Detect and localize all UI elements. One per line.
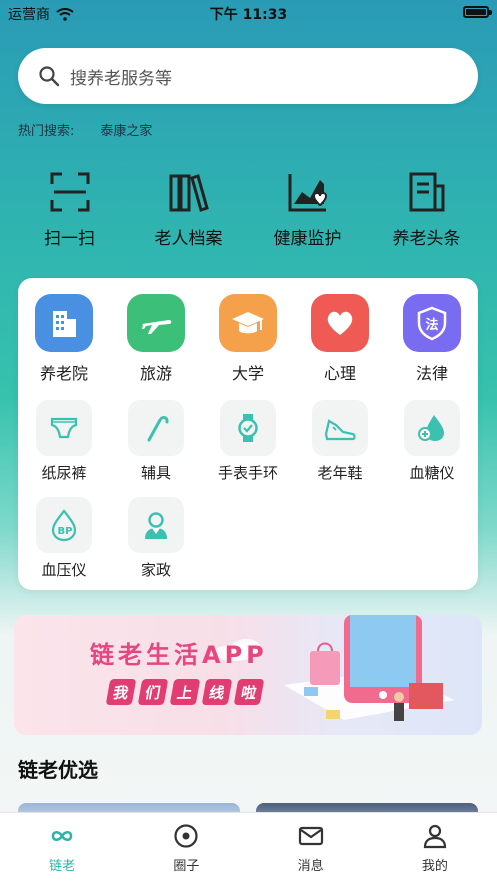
category-travel[interactable]: 旅游 bbox=[110, 294, 202, 384]
category-label: 心理 bbox=[323, 364, 356, 383]
tab-label: 我的 bbox=[421, 859, 448, 874]
banner-subtitle-char: 上 bbox=[169, 679, 201, 705]
airplane-icon bbox=[127, 294, 185, 352]
quick-action-label: 健康监护 bbox=[273, 229, 342, 249]
category-label: 旅游 bbox=[139, 364, 172, 383]
quick-action-label: 老人档案 bbox=[154, 229, 223, 249]
category-label: 养老院 bbox=[39, 364, 88, 383]
quick-action-health-monitor[interactable]: 健康监护 bbox=[248, 170, 367, 249]
user-icon bbox=[423, 824, 446, 849]
diaper-icon bbox=[36, 400, 92, 456]
search-icon bbox=[39, 66, 60, 87]
status-time: 下午 11:33 bbox=[209, 7, 288, 23]
category-label: 手表手环 bbox=[217, 464, 278, 482]
status-bar: 运营商 下午 11:33 bbox=[0, 0, 497, 26]
tab-label: 圈子 bbox=[173, 859, 200, 874]
law-badge-text: 法 bbox=[425, 317, 438, 333]
category-shoes[interactable]: 老年鞋 bbox=[294, 400, 386, 483]
tab-bar: 链老 圈子 消息 我的 bbox=[0, 812, 497, 884]
category-card: 养老院 旅游 大学 心理 法 法律 纸尿裤 辅具 手表手环 老年鞋 血糖仪 BP… bbox=[18, 278, 478, 590]
category-product-grid: 纸尿裤 辅具 手表手环 老年鞋 血糖仪 BP 血压仪 家政 bbox=[18, 400, 478, 594]
category-label: 老年鞋 bbox=[317, 464, 363, 482]
hot-search-item[interactable]: 泰康之家 bbox=[100, 120, 152, 139]
graduation-cap-icon bbox=[219, 294, 277, 352]
building-icon bbox=[35, 294, 93, 352]
blood-pressure-icon: BP bbox=[36, 497, 92, 553]
category-law[interactable]: 法 法律 bbox=[386, 294, 478, 384]
category-psychology[interactable]: 心理 bbox=[294, 294, 386, 384]
category-label: 血糖仪 bbox=[409, 464, 455, 482]
banner-subtitle-char: 我 bbox=[105, 679, 137, 705]
banner-subtitle-char: 线 bbox=[201, 679, 233, 705]
category-watch[interactable]: 手表手环 bbox=[202, 400, 294, 483]
news-icon bbox=[409, 172, 444, 212]
banner-subtitle: 我 们 上 线 啦 bbox=[105, 679, 265, 705]
quick-action-news[interactable]: 养老头条 bbox=[367, 170, 486, 249]
tab-home[interactable]: 链老 bbox=[0, 813, 124, 884]
scan-icon bbox=[50, 172, 89, 212]
category-label: 纸尿裤 bbox=[41, 464, 87, 482]
infinity-icon bbox=[51, 830, 73, 842]
banner-title: 链老生活APP bbox=[90, 641, 268, 669]
quick-action-elder-records[interactable]: 老人档案 bbox=[129, 170, 248, 249]
category-blood-pressure[interactable]: BP 血压仪 bbox=[18, 497, 110, 580]
tab-profile[interactable]: 我的 bbox=[373, 813, 497, 884]
tab-label: 消息 bbox=[297, 859, 324, 874]
heart-icon bbox=[311, 294, 369, 352]
category-label: 辅具 bbox=[140, 464, 171, 482]
housekeeper-icon bbox=[128, 497, 184, 553]
search-bar[interactable]: 搜养老服务等 bbox=[18, 48, 478, 104]
category-glucose-meter[interactable]: 血糖仪 bbox=[386, 400, 478, 483]
shoe-icon bbox=[312, 400, 368, 456]
category-label: 大学 bbox=[231, 364, 264, 383]
glucose-drop-icon bbox=[404, 400, 460, 456]
watch-icon bbox=[220, 400, 276, 456]
promo-banner[interactable]: 链老生活APP 我 们 上 线 啦 bbox=[14, 615, 482, 735]
banner-subtitle-char: 啦 bbox=[233, 679, 265, 705]
quick-action-label: 养老头条 bbox=[392, 229, 461, 249]
tab-label: 链老 bbox=[49, 859, 76, 874]
category-nursing-home[interactable]: 养老院 bbox=[18, 294, 110, 384]
quick-action-label: 扫一扫 bbox=[44, 229, 95, 249]
category-label: 血压仪 bbox=[41, 561, 87, 579]
category-assistive[interactable]: 辅具 bbox=[110, 400, 202, 483]
category-label: 法律 bbox=[415, 364, 448, 383]
phone-illustration bbox=[212, 615, 454, 721]
category-diaper[interactable]: 纸尿裤 bbox=[18, 400, 110, 483]
mail-icon bbox=[298, 826, 323, 846]
cane-icon bbox=[128, 400, 184, 456]
bp-badge-text: BP bbox=[58, 526, 73, 537]
law-shield-icon: 法 bbox=[403, 294, 461, 352]
category-main-row: 养老院 旅游 大学 心理 法 法律 bbox=[18, 294, 478, 384]
quick-actions: 扫一扫 老人档案 健康监护 养老头条 bbox=[10, 170, 487, 249]
category-housekeeping[interactable]: 家政 bbox=[110, 497, 202, 580]
hot-search-label: 热门搜索: bbox=[18, 124, 75, 139]
section-title: 链老优选 bbox=[18, 754, 98, 785]
search-placeholder: 搜养老服务等 bbox=[70, 68, 172, 89]
section-title-text: 链老优选 bbox=[18, 758, 98, 782]
health-chart-icon bbox=[288, 174, 327, 212]
hot-search: 热门搜索: 泰康之家 bbox=[18, 120, 152, 139]
category-university[interactable]: 大学 bbox=[202, 294, 294, 384]
battery-icon bbox=[463, 6, 492, 18]
books-icon bbox=[169, 174, 209, 212]
tab-circle[interactable]: 圈子 bbox=[124, 813, 248, 884]
tab-messages[interactable]: 消息 bbox=[249, 813, 373, 884]
banner-subtitle-char: 们 bbox=[137, 679, 169, 705]
circle-dot-icon bbox=[174, 824, 198, 848]
category-label: 家政 bbox=[140, 561, 171, 579]
quick-action-scan[interactable]: 扫一扫 bbox=[10, 170, 129, 249]
